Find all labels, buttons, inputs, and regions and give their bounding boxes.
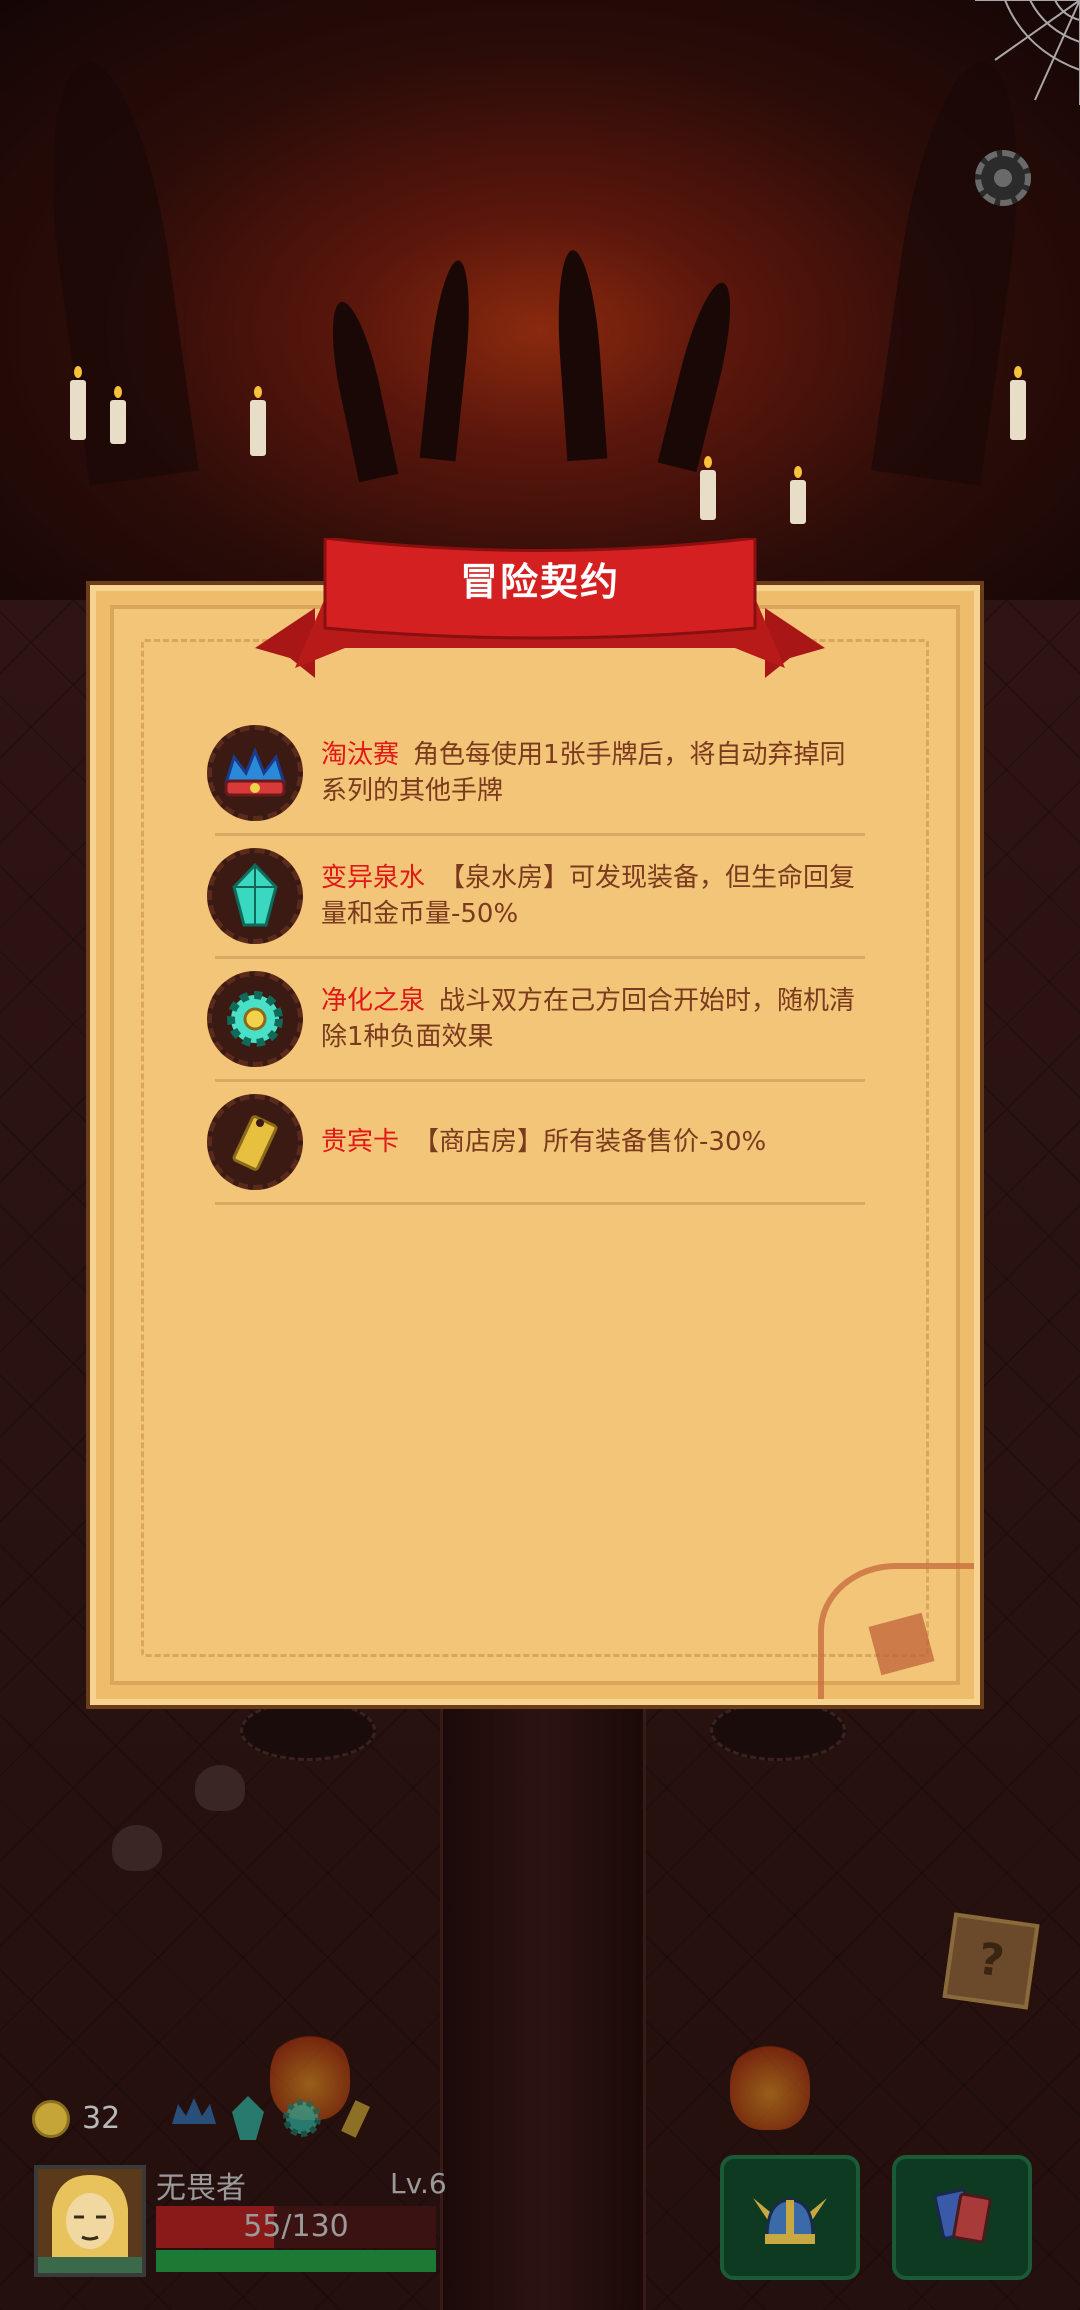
panel-title: 冒险契约 [459, 560, 620, 604]
contract-mini-icons[interactable] [168, 2092, 382, 2144]
contract-item[interactable]: 贵宾卡 【商店房】所有装备售价-30% [207, 1082, 865, 1205]
candle [1010, 366, 1026, 440]
crown-icon [207, 725, 303, 821]
player-name: 无畏者 [156, 2171, 246, 2206]
contract-name: 变异泉水 [321, 863, 426, 893]
player-level: Lv.6 [390, 2167, 447, 2200]
mystery-box-icon[interactable]: ? [942, 1912, 1040, 2010]
ticket-icon [207, 1094, 303, 1190]
xp-fill [156, 2250, 436, 2272]
candle [110, 386, 126, 444]
cards-icon [933, 2187, 992, 2243]
player-avatar[interactable] [34, 2165, 146, 2277]
fire-icon [730, 2040, 810, 2130]
pit-decoration [240, 1700, 376, 1761]
gold-count: 32 [82, 2101, 121, 2136]
candle [250, 386, 266, 456]
dungeon-path [440, 1700, 646, 2310]
crystal-icon [207, 848, 303, 944]
contract-description: 角色每使用1张手牌后，将自动弃掉同系列的其他手牌 [321, 740, 846, 806]
skull-icon [112, 1825, 162, 1871]
card-deck-button[interactable] [892, 2155, 1032, 2280]
hp-bar: 55/130 [156, 2206, 436, 2248]
seal-stamp-icon [818, 1563, 974, 1699]
crown-icon [172, 2098, 216, 2124]
contract-name: 净化之泉 [321, 986, 426, 1016]
candle [790, 466, 806, 524]
contract-name: 贵宾卡 [321, 1127, 400, 1157]
xp-bar [156, 2250, 436, 2272]
settings-gear-icon[interactable] [975, 150, 1031, 206]
contract-item[interactable]: 淘汰赛 角色每使用1张手牌后，将自动弃掉同系列的其他手牌 [207, 713, 865, 836]
gear-icon [207, 971, 303, 1067]
contract-list: 淘汰赛 角色每使用1张手牌后，将自动弃掉同系列的其他手牌 变异泉水 【泉水房】可发现… [207, 713, 865, 1205]
candle [70, 366, 86, 440]
skull-icon [195, 1765, 245, 1811]
gear-icon [283, 2099, 321, 2137]
gold-coin-icon [32, 2100, 70, 2138]
crystal-icon [232, 2096, 264, 2140]
cobweb-icon [975, 0, 1080, 105]
pit-decoration [710, 1700, 846, 1761]
contract-description: 【商店房】所有装备售价-30% [413, 1127, 767, 1157]
hp-text: 55/130 [243, 2209, 349, 2244]
ticket-icon [341, 2100, 371, 2138]
contract-name: 淘汰赛 [321, 740, 400, 770]
viking-helmet-icon [753, 2197, 827, 2244]
contract-item[interactable]: 变异泉水 【泉水房】可发现装备，但生命回复量和金币量-50% [207, 836, 865, 959]
contract-item[interactable]: 净化之泉 战斗双方在己方回合开始时，随机清除1种负面效果 [207, 959, 865, 1082]
equipment-helmet-button[interactable] [720, 2155, 860, 2280]
candle [700, 456, 716, 520]
